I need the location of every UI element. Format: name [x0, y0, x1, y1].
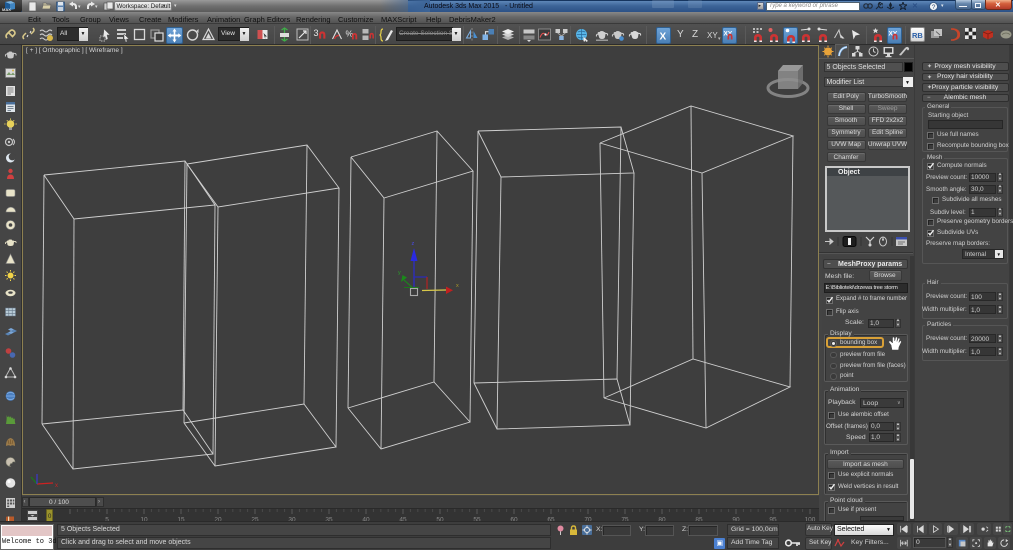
svg-text:y: y — [398, 270, 401, 276]
svg-text:X: X — [660, 31, 667, 42]
svg-text:?: ? — [932, 3, 936, 10]
svg-text:x: x — [456, 283, 459, 289]
svg-text:z: z — [412, 241, 415, 247]
svg-text:x: x — [55, 483, 58, 489]
svg-text:3: 3 — [314, 28, 319, 38]
